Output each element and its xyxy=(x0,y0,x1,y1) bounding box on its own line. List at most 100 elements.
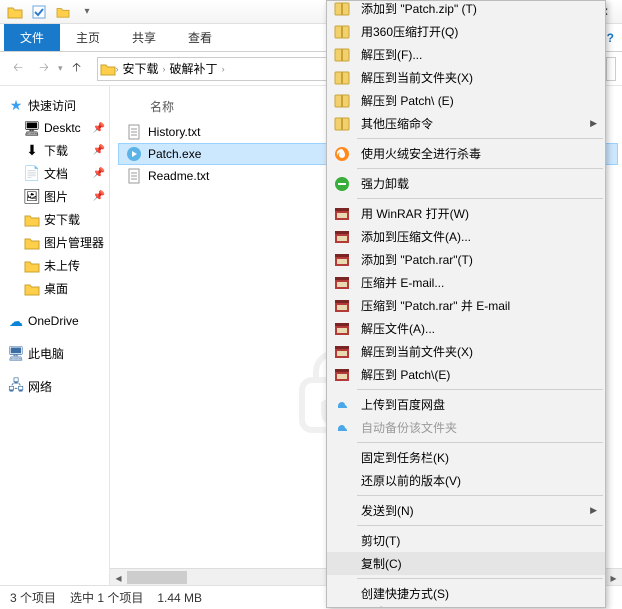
download-icon: ⬇ xyxy=(24,143,40,159)
menu-item-label: 解压文件(A)... xyxy=(361,320,435,337)
zip-icon xyxy=(331,46,353,64)
menu-item[interactable]: 发送到(N)▶ xyxy=(327,499,605,522)
menu-item[interactable]: 解压到 Patch\ (E) xyxy=(327,89,605,112)
quick-access-label: 快速访问 xyxy=(28,97,76,114)
menu-separator xyxy=(357,168,603,169)
sidebar-item-label: 图片管理器 xyxy=(44,234,104,251)
menu-item[interactable]: 解压到当前文件夹(X) xyxy=(327,66,605,89)
menu-item-label: 解压到当前文件夹(X) xyxy=(361,343,473,360)
pin-icon: 📌 xyxy=(93,123,105,134)
rar-icon xyxy=(331,366,353,384)
menu-item[interactable]: 压缩并 E-mail... xyxy=(327,271,605,294)
menu-separator xyxy=(357,525,603,526)
sidebar-item[interactable]: 安下载 xyxy=(0,208,109,231)
menu-item[interactable]: 解压到(F)... xyxy=(327,43,605,66)
rar-icon xyxy=(331,205,353,223)
menu-item[interactable]: 删除(D) xyxy=(327,601,605,608)
sidebar-item[interactable]: 📄文档📌 xyxy=(0,162,109,185)
quick-access-section[interactable]: ★ 快速访问 xyxy=(0,94,109,117)
sidebar-item[interactable]: 🖥 Desktc 📌 xyxy=(0,117,109,139)
menu-item-label: 使用火绒安全进行杀毒 xyxy=(361,145,481,162)
menu-item-label: 解压到 Patch\(E) xyxy=(361,366,450,383)
menu-item[interactable]: 用 WinRAR 打开(W) xyxy=(327,202,605,225)
rar-icon xyxy=(331,297,353,315)
zip-icon xyxy=(331,23,353,41)
blank-icon xyxy=(331,532,353,550)
folder-icon xyxy=(24,235,40,251)
menu-item[interactable]: 固定到任务栏(K) xyxy=(327,446,605,469)
menu-separator xyxy=(357,389,603,390)
sidebar-item[interactable]: ⬇下载📌 xyxy=(0,139,109,162)
menu-item-label: 剪切(T) xyxy=(361,532,400,549)
menu-item-label: 解压到 Patch\ (E) xyxy=(361,92,454,109)
qat-checkbox-icon[interactable] xyxy=(28,2,50,22)
onedrive-label: OneDrive xyxy=(28,314,79,328)
pc-icon: 🖥 xyxy=(8,346,24,362)
blank-icon xyxy=(331,585,353,603)
context-menu: 添加到 "Patch.zip" (T) 用360压缩打开(Q) 解压到(F)... 解… xyxy=(326,0,606,608)
menu-item-label: 添加到 "Patch.zip" (T) xyxy=(361,0,477,17)
forward-button[interactable]: 🡢 xyxy=(32,57,56,81)
sidebar-item[interactable]: 🖼图片📌 xyxy=(0,185,109,208)
folder-icon xyxy=(24,258,40,274)
sidebar-item-label: 下载 xyxy=(44,142,68,159)
menu-item[interactable]: 添加到 "Patch.rar"(T) xyxy=(327,248,605,271)
onedrive-item[interactable]: ☁ OneDrive xyxy=(0,310,109,332)
help-icon[interactable]: ? xyxy=(607,31,614,45)
tab-view[interactable]: 查看 xyxy=(172,24,228,51)
scroll-right-icon[interactable]: ▸ xyxy=(605,569,622,586)
menu-item-label: 用 WinRAR 打开(W) xyxy=(361,205,469,222)
menu-item[interactable]: 上传到百度网盘 xyxy=(327,393,605,416)
menu-item[interactable]: 解压到当前文件夹(X) xyxy=(327,340,605,363)
sidebar-item[interactable]: 桌面 xyxy=(0,277,109,300)
navigation-pane: ★ 快速访问 🖥 Desktc 📌 ⬇下载📌📄文档📌🖼图片📌安下载图片管理器未上传桌面… xyxy=(0,86,110,585)
qat-overflow-icon[interactable]: ▾ xyxy=(76,2,98,22)
thispc-item[interactable]: 🖥 此电脑 xyxy=(0,342,109,365)
folder-small-icon[interactable] xyxy=(52,2,74,22)
file-icon xyxy=(126,124,142,140)
menu-item-label: 强力卸载 xyxy=(361,175,409,192)
chevron-right-icon[interactable]: › xyxy=(222,64,225,74)
breadcrumb-segment[interactable]: 安下载 xyxy=(119,60,163,77)
tab-home[interactable]: 主页 xyxy=(60,24,116,51)
rar-icon xyxy=(331,251,353,269)
rar-icon xyxy=(331,228,353,246)
menu-item-label: 复制(C) xyxy=(361,555,402,572)
menu-item-label: 用360压缩打开(Q) xyxy=(361,23,458,40)
menu-item[interactable]: 用360压缩打开(Q) xyxy=(327,20,605,43)
folder-icon xyxy=(100,61,116,77)
sidebar-item-label: 未上传 xyxy=(44,257,80,274)
network-item[interactable]: 🖧 网络 xyxy=(0,375,109,398)
sidebar-item[interactable]: 未上传 xyxy=(0,254,109,277)
menu-item[interactable]: 强力卸载 xyxy=(327,172,605,195)
tab-share[interactable]: 共享 xyxy=(116,24,172,51)
menu-item-label: 添加到 "Patch.rar"(T) xyxy=(361,251,473,268)
desktop-icon: 🖥 xyxy=(24,120,40,136)
menu-item[interactable]: 还原以前的版本(V) xyxy=(327,469,605,492)
recent-dropdown-icon[interactable]: ▾ xyxy=(58,63,63,74)
menu-item[interactable]: 复制(C) xyxy=(327,552,605,575)
menu-item[interactable]: 使用火绒安全进行杀毒 xyxy=(327,142,605,165)
sidebar-item[interactable]: 图片管理器 xyxy=(0,231,109,254)
menu-item[interactable]: 解压到 Patch\(E) xyxy=(327,363,605,386)
menu-separator xyxy=(357,495,603,496)
menu-item-label: 解压到(F)... xyxy=(361,46,422,63)
menu-item[interactable]: 解压文件(A)... xyxy=(327,317,605,340)
up-button[interactable]: 🡡 xyxy=(65,57,89,81)
folder-icon[interactable] xyxy=(4,2,26,22)
back-button[interactable]: 🡠 xyxy=(6,57,30,81)
search-input[interactable] xyxy=(606,57,616,81)
menu-item[interactable]: 添加到压缩文件(A)... xyxy=(327,225,605,248)
submenu-arrow-icon: ▶ xyxy=(590,505,597,516)
file-tab[interactable]: 文件 xyxy=(4,24,60,51)
menu-item[interactable]: 压缩到 "Patch.rar" 并 E-mail xyxy=(327,294,605,317)
breadcrumb-segment[interactable]: 破解补丁 xyxy=(166,60,222,77)
blank-icon xyxy=(331,472,353,490)
sidebar-item-label: Desktc xyxy=(44,121,81,135)
pics-icon: 🖼 xyxy=(24,189,40,205)
scrollbar-thumb[interactable] xyxy=(127,571,187,584)
menu-item[interactable]: 剪切(T) xyxy=(327,529,605,552)
menu-item[interactable]: 添加到 "Patch.zip" (T) xyxy=(327,0,605,20)
menu-item[interactable]: 其他压缩命令▶ xyxy=(327,112,605,135)
scroll-left-icon[interactable]: ◂ xyxy=(110,569,127,586)
